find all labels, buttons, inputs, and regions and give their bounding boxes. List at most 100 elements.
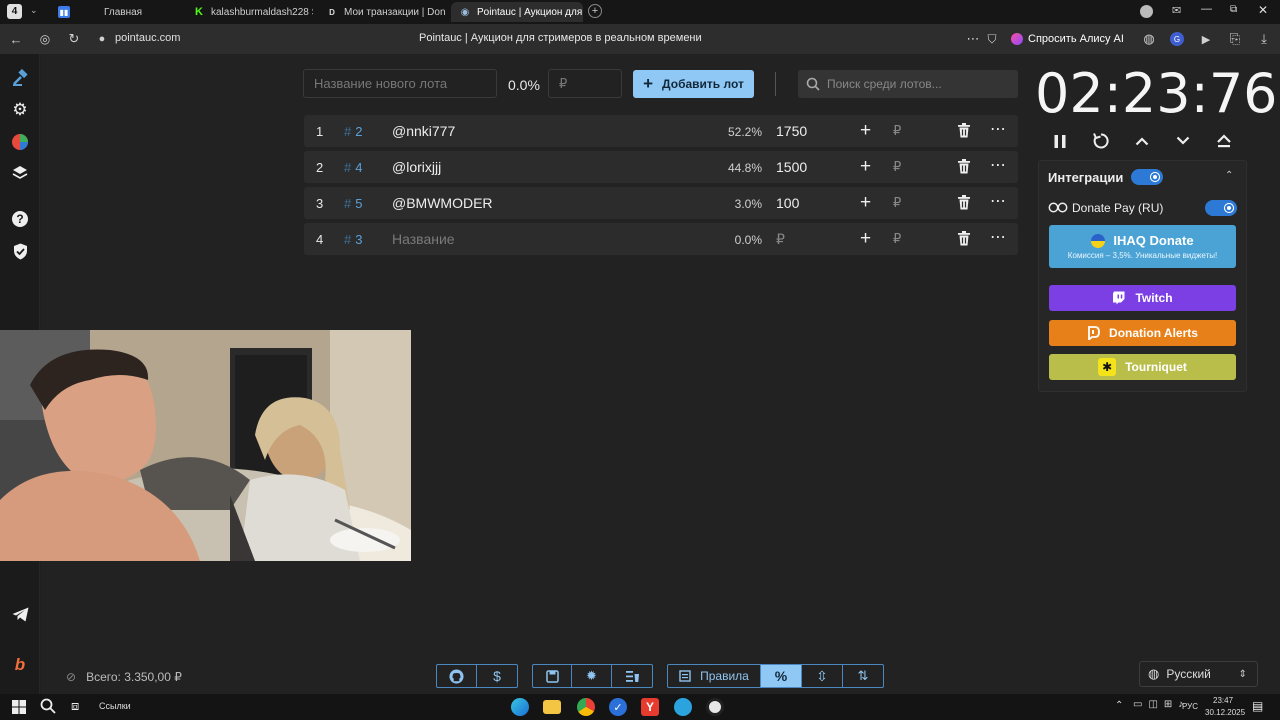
- extensions-icon[interactable]: ⎘: [1227, 31, 1243, 47]
- chevron-down-icon[interactable]: [1172, 130, 1194, 152]
- task-view-icon[interactable]: ⧈: [71, 698, 89, 716]
- wheel-icon[interactable]: [10, 132, 30, 152]
- close-icon[interactable]: ✕: [582, 6, 583, 19]
- ask-alice-button[interactable]: Спросить Алису AI: [1008, 30, 1124, 48]
- lot-amount[interactable]: 1750: [776, 123, 807, 139]
- trash-icon[interactable]: [957, 123, 971, 138]
- lot-amount[interactable]: ₽: [776, 231, 785, 248]
- clear-list-icon[interactable]: [612, 665, 652, 687]
- language-select[interactable]: ◍ Русский ⇕: [1139, 661, 1258, 687]
- lot-currency[interactable]: ₽: [893, 231, 901, 247]
- file-explorer-icon[interactable]: [543, 700, 561, 714]
- more-options-icon[interactable]: ⋯: [990, 191, 1007, 211]
- translate-icon[interactable]: G: [1170, 32, 1184, 46]
- shield-icon[interactable]: ◎: [37, 31, 53, 47]
- globe-icon[interactable]: ◍: [1141, 31, 1157, 47]
- reload-icon[interactable]: ↻: [66, 31, 82, 47]
- donatepay-toggle[interactable]: [1205, 200, 1237, 216]
- download-icon[interactable]: ⤓: [1256, 31, 1272, 47]
- boosty-icon[interactable]: b: [10, 655, 30, 675]
- minimize-icon[interactable]: —: [1201, 3, 1212, 15]
- profile-icon[interactable]: [1140, 5, 1153, 18]
- compact-view-icon[interactable]: ⇳: [802, 665, 843, 687]
- donate-dollar-icon[interactable]: $: [477, 665, 517, 687]
- tourniquet-button[interactable]: ✱ Tourniquet: [1049, 354, 1236, 380]
- edge-icon[interactable]: [511, 698, 529, 716]
- github-icon[interactable]: [437, 665, 477, 687]
- lot-amount[interactable]: 1500: [776, 159, 807, 175]
- check-app-icon[interactable]: ✓: [609, 698, 627, 716]
- eye-off-icon[interactable]: ⊘: [66, 670, 76, 684]
- settings-gear-icon[interactable]: ⚙: [10, 100, 30, 120]
- trash-icon[interactable]: [957, 159, 971, 174]
- more-icon[interactable]: ⋯: [965, 31, 981, 47]
- url-text[interactable]: pointauc.com: [115, 32, 180, 44]
- shield-check-icon[interactable]: [10, 241, 30, 261]
- lot-name[interactable]: @nnki777: [392, 123, 455, 139]
- links-toolbar-label[interactable]: Ссылки: [99, 701, 131, 711]
- bookmark-icon[interactable]: ⛉: [984, 31, 1000, 47]
- donation-alerts-button[interactable]: Donation Alerts: [1049, 320, 1236, 346]
- tray-icons[interactable]: ▭◫⊞♪: [1133, 699, 1189, 710]
- pause-icon[interactable]: [1049, 130, 1071, 152]
- notification-icon[interactable]: ✉: [1172, 4, 1186, 18]
- lot-add-icon[interactable]: +: [860, 228, 871, 250]
- layers-icon[interactable]: [10, 163, 30, 183]
- clock-time[interactable]: 23:47: [1213, 696, 1233, 705]
- lot-add-icon[interactable]: +: [860, 192, 871, 214]
- lot-currency[interactable]: ₽: [893, 123, 901, 139]
- clock-date[interactable]: 30.12.2025: [1205, 708, 1245, 717]
- lot-name[interactable]: @lorixjjj: [392, 159, 441, 175]
- reset-timer-icon[interactable]: [1090, 130, 1112, 152]
- yandex-browser-icon[interactable]: Y: [641, 698, 659, 716]
- collapse-chevron-icon[interactable]: ⌃: [1225, 170, 1233, 181]
- lot-add-icon[interactable]: +: [860, 120, 871, 142]
- window-close-icon[interactable]: ✕: [1258, 3, 1268, 17]
- windows-start-icon[interactable]: [10, 698, 28, 716]
- lot-add-icon[interactable]: +: [860, 156, 871, 178]
- tab-pointauc[interactable]: ◉ Pointauc | Аукцион для ✕: [451, 2, 583, 22]
- back-icon[interactable]: ←: [8, 31, 24, 47]
- sort-icon[interactable]: ⇅: [843, 665, 883, 687]
- ihaq-donate-button[interactable]: IHAQ Donate Комиссия – 3,5%. Уникальные …: [1049, 225, 1236, 268]
- double-up-icon[interactable]: [1213, 130, 1235, 152]
- chevron-up-icon[interactable]: [1131, 130, 1153, 152]
- twitch-button[interactable]: Twitch: [1049, 285, 1236, 311]
- integrations-toggle[interactable]: [1131, 169, 1163, 185]
- lot-amount[interactable]: 100: [776, 195, 799, 211]
- lot-name[interactable]: @BMWMODER: [392, 195, 493, 211]
- save-icon[interactable]: [533, 665, 572, 687]
- obs-icon[interactable]: [706, 698, 724, 716]
- help-icon[interactable]: ?: [10, 209, 30, 229]
- telegram-icon[interactable]: [10, 604, 30, 624]
- new-tab-icon[interactable]: +: [588, 4, 602, 18]
- telegram-app-icon[interactable]: [674, 698, 692, 716]
- tab-count-icon[interactable]: 4: [7, 4, 22, 19]
- percent-toggle-icon[interactable]: %: [761, 665, 802, 687]
- more-options-icon[interactable]: ⋯: [990, 227, 1007, 247]
- notification-center-icon[interactable]: ▤: [1252, 699, 1263, 713]
- lot-name[interactable]: Название: [392, 231, 455, 247]
- lot-currency[interactable]: ₽: [893, 195, 901, 211]
- new-lot-name-input[interactable]: Название нового лота: [303, 69, 497, 98]
- chrome-icon[interactable]: [577, 698, 595, 716]
- tabs-menu-chevron-icon[interactable]: ⌄: [30, 5, 38, 16]
- rules-button[interactable]: Правила: [668, 665, 761, 687]
- trash-icon[interactable]: [957, 195, 971, 210]
- site-info-icon[interactable]: ●: [94, 31, 110, 47]
- more-options-icon[interactable]: ⋯: [990, 155, 1007, 175]
- tray-chevron-icon[interactable]: ⌃: [1115, 700, 1123, 711]
- lot-currency[interactable]: ₽: [893, 159, 901, 175]
- lot-search-input[interactable]: Поиск среди лотов...: [798, 70, 1018, 98]
- search-icon[interactable]: [40, 698, 58, 716]
- play-icon[interactable]: ▶: [1198, 31, 1214, 47]
- trash-icon[interactable]: [957, 231, 971, 246]
- add-lot-button[interactable]: + Добавить лот: [633, 70, 754, 98]
- tab-kick[interactable]: K kalashburmaldash228 Stre: [185, 2, 313, 22]
- new-lot-amount-input[interactable]: ₽: [548, 69, 622, 98]
- maximize-icon[interactable]: ⧉: [1230, 4, 1237, 15]
- tab-donatepay[interactable]: D Мои транзакции | Donate: [318, 2, 446, 22]
- bug-icon[interactable]: ✹: [572, 665, 612, 687]
- tab-home[interactable]: ▮▮ Главная: [50, 2, 180, 22]
- keyboard-language[interactable]: РУС: [1182, 702, 1198, 711]
